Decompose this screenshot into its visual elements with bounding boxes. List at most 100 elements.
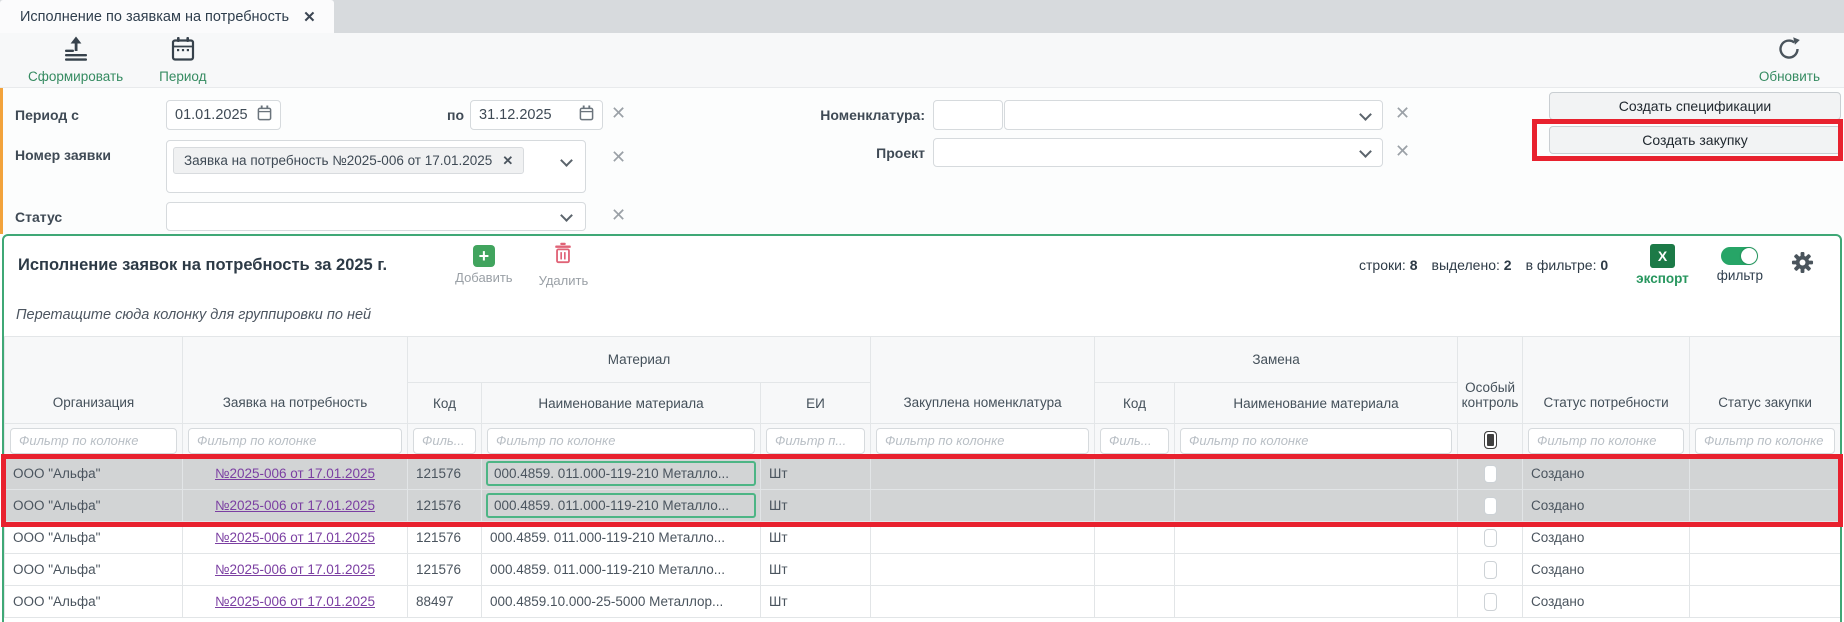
nomenclature-code-input[interactable] (933, 100, 1003, 130)
org-cell[interactable]: ООО "Альфа" (5, 554, 183, 586)
clear-nomenclature-filter-icon[interactable]: ✕ (1395, 104, 1410, 122)
replacement-material-cell[interactable] (1175, 522, 1458, 554)
add-row-button[interactable]: + Добавить (455, 245, 512, 285)
column-header-replacement-material-name[interactable]: Наименование материала (1175, 383, 1458, 424)
table-row[interactable]: ООО "Альфа" №2025-006 от 17.01.2025 884970… (5, 586, 1841, 618)
org-cell[interactable]: ООО "Альфа" (5, 586, 183, 618)
excel-export-button[interactable]: X экспорт (1636, 244, 1689, 286)
material-cell[interactable]: 000.4859.10.000-25-5000 Металлор... (482, 586, 761, 618)
unit-cell[interactable]: Шт (761, 458, 871, 490)
period-to-input[interactable]: 31.12.2025 (470, 100, 603, 130)
table-row[interactable]: ООО "Альфа" №2025-006 от 17.01.2025 121576… (5, 490, 1841, 522)
column-header-code[interactable]: Код (408, 383, 482, 424)
column-filter-input[interactable] (1180, 428, 1452, 454)
delete-row-button[interactable]: Удалить (539, 242, 589, 288)
org-cell[interactable]: ООО "Альфа" (5, 522, 183, 554)
code-cell[interactable]: 121576 (408, 458, 482, 490)
generate-button[interactable]: Сформировать (28, 36, 123, 84)
request-link[interactable]: №2025-006 от 17.01.2025 (215, 562, 375, 577)
request-link[interactable]: №2025-006 от 17.01.2025 (215, 530, 375, 545)
table-row[interactable]: ООО "Альфа" №2025-006 от 17.01.2025 121576… (5, 554, 1841, 586)
refresh-button[interactable]: Обновить (1759, 36, 1820, 84)
replacement-material-cell[interactable] (1175, 554, 1458, 586)
clear-period-filter-icon[interactable]: ✕ (611, 104, 626, 122)
request-link[interactable]: №2025-006 от 17.01.2025 (215, 594, 375, 609)
org-cell[interactable]: ООО "Альфа" (5, 490, 183, 522)
settings-gear-button[interactable] (1791, 251, 1814, 279)
special-control-checkbox[interactable] (1484, 465, 1497, 483)
replacement-code-cell[interactable] (1095, 458, 1175, 490)
material-cell[interactable]: 000.4859. 011.000-119-210 Металло... (482, 522, 761, 554)
column-filter-input[interactable] (876, 428, 1089, 454)
replacement-material-cell[interactable] (1175, 490, 1458, 522)
tag-remove-icon[interactable]: ✕ (502, 153, 513, 169)
purchase-status-cell[interactable] (1690, 490, 1841, 522)
column-header-request[interactable]: Заявка на потребность (183, 337, 408, 424)
special-control-checkbox[interactable] (1484, 561, 1497, 579)
clear-status-filter-icon[interactable]: ✕ (611, 206, 626, 224)
nomenclature-select[interactable] (1004, 100, 1383, 130)
material-cell[interactable]: 000.4859. 011.000-119-210 Металло... (482, 490, 761, 522)
period-button[interactable]: Период (159, 36, 206, 84)
column-header-special-control[interactable]: Особый контроль (1458, 337, 1523, 424)
column-header-purchase-status[interactable]: Статус закупки (1690, 337, 1841, 424)
filter-toggle[interactable] (1721, 247, 1758, 265)
request-link[interactable]: №2025-006 от 17.01.2025 (215, 466, 375, 481)
special-control-checkbox[interactable] (1484, 497, 1497, 515)
special-control-checkbox[interactable] (1484, 593, 1497, 611)
request-tag[interactable]: Заявка на потребность №2025-006 от 17.01… (173, 147, 524, 174)
column-header-need-status[interactable]: Статус потребности (1523, 337, 1690, 424)
code-cell[interactable]: 121576 (408, 490, 482, 522)
need-status-cell[interactable]: Создано (1523, 586, 1690, 618)
calendar-icon[interactable] (257, 105, 272, 125)
material-cell[interactable]: 000.4859. 011.000-119-210 Металло... (482, 554, 761, 586)
status-select[interactable] (166, 202, 586, 231)
need-status-cell[interactable]: Создано (1523, 522, 1690, 554)
create-specifications-button[interactable]: Создать спецификации (1549, 92, 1841, 120)
period-from-input[interactable]: 01.01.2025 (166, 100, 281, 130)
column-header-purchased-nomenclature[interactable]: Закуплена номенклатура (871, 337, 1095, 424)
replacement-material-cell[interactable] (1175, 458, 1458, 490)
replacement-code-cell[interactable] (1095, 554, 1175, 586)
special-control-filter-checkbox[interactable] (1484, 431, 1497, 449)
replacement-code-cell[interactable] (1095, 522, 1175, 554)
request-number-multiselect[interactable]: Заявка на потребность №2025-006 от 17.01… (166, 140, 586, 193)
clear-project-filter-icon[interactable]: ✕ (1395, 142, 1410, 160)
need-status-cell[interactable]: Создано (1523, 458, 1690, 490)
purchased-nomenclature-cell[interactable] (871, 586, 1095, 618)
material-cell[interactable]: 000.4859. 011.000-119-210 Металло... (482, 458, 761, 490)
purchased-nomenclature-cell[interactable] (871, 522, 1095, 554)
purchase-status-cell[interactable] (1690, 554, 1841, 586)
request-link[interactable]: №2025-006 от 17.01.2025 (215, 498, 375, 513)
table-row[interactable]: ООО "Альфа" №2025-006 от 17.01.2025 121576… (5, 458, 1841, 490)
special-control-checkbox[interactable] (1484, 529, 1497, 547)
column-header-unit[interactable]: ЕИ (761, 383, 871, 424)
table-row[interactable]: ООО "Альфа"№2025-006 от 17.01.2025121576… (5, 522, 1841, 554)
column-filter-input[interactable] (1528, 428, 1684, 454)
create-purchase-button[interactable]: Создать закупку (1549, 126, 1841, 154)
column-filter-input[interactable] (766, 428, 865, 454)
code-cell[interactable]: 121576 (408, 554, 482, 586)
code-cell[interactable]: 88497 (408, 586, 482, 618)
unit-cell[interactable]: Шт (761, 586, 871, 618)
column-filter-input[interactable] (10, 428, 177, 454)
org-cell[interactable]: ООО "Альфа" (5, 458, 183, 490)
groupby-hint[interactable]: Перетащите сюда колонку для группировки … (4, 294, 1840, 336)
project-select[interactable] (933, 138, 1383, 167)
purchase-status-cell[interactable] (1690, 458, 1841, 490)
purchase-status-cell[interactable] (1690, 586, 1841, 618)
clear-request-filter-icon[interactable]: ✕ (611, 148, 626, 166)
column-header-organization[interactable]: Организация (5, 337, 183, 424)
need-status-cell[interactable]: Создано (1523, 490, 1690, 522)
tab-close-icon[interactable]: ✕ (303, 8, 316, 26)
replacement-material-cell[interactable] (1175, 586, 1458, 618)
unit-cell[interactable]: Шт (761, 522, 871, 554)
unit-cell[interactable]: Шт (761, 554, 871, 586)
column-filter-input[interactable] (1695, 428, 1835, 454)
need-status-cell[interactable]: Создано (1523, 554, 1690, 586)
purchase-status-cell[interactable] (1690, 522, 1841, 554)
column-filter-input[interactable] (413, 428, 476, 454)
purchased-nomenclature-cell[interactable] (871, 490, 1095, 522)
column-filter-input[interactable] (1100, 428, 1169, 454)
replacement-code-cell[interactable] (1095, 490, 1175, 522)
